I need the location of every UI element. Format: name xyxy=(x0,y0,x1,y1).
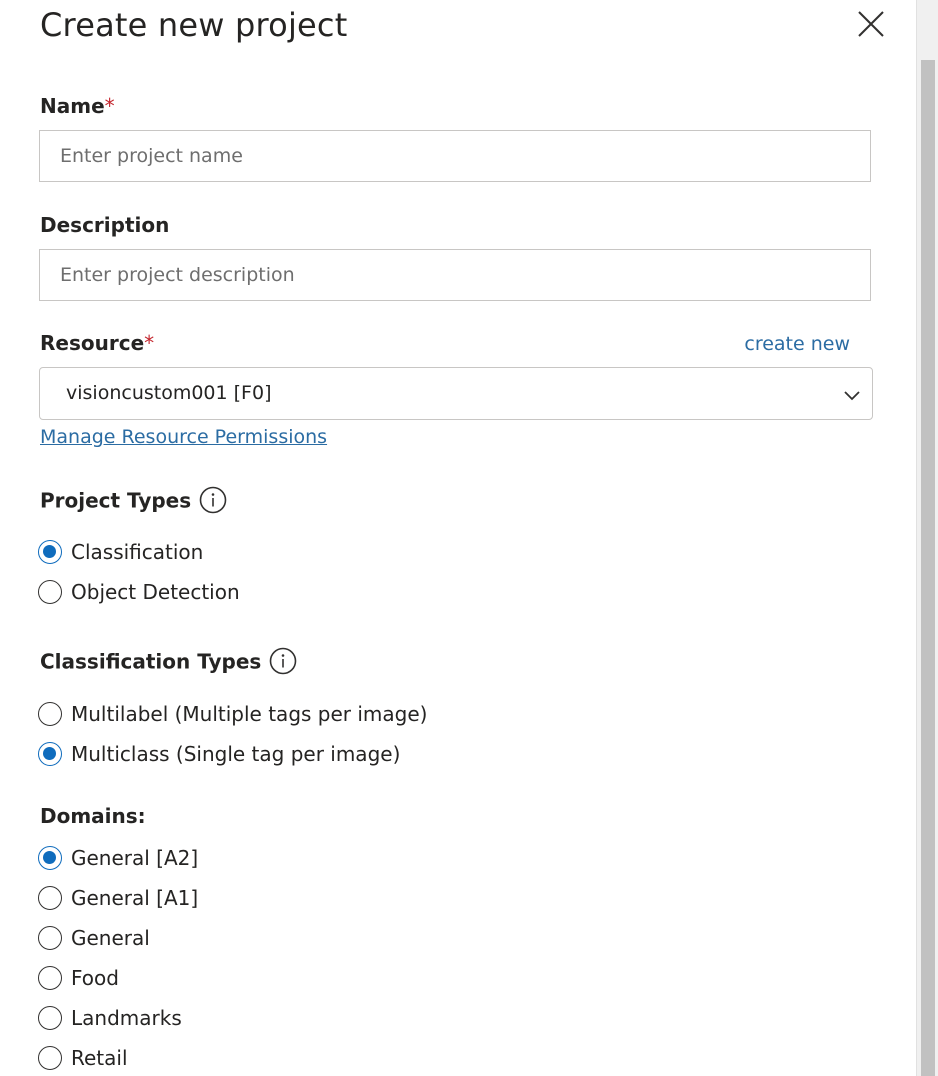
radio-button[interactable] xyxy=(38,966,62,990)
resource-label-text: Resource xyxy=(40,331,145,355)
name-label-text: Name xyxy=(40,94,105,118)
resource-selected-value: visioncustom001 [F0] xyxy=(66,382,272,404)
radio-label: General [A2] xyxy=(71,846,199,870)
vertical-scrollbar[interactable] xyxy=(916,0,938,1076)
classification-types-label: Classification Types xyxy=(40,649,262,674)
domains-label: Domains: xyxy=(40,804,146,828)
project-type-option-classification[interactable]: Classification xyxy=(38,537,203,567)
radio-label: Object Detection xyxy=(71,580,240,604)
info-icon[interactable] xyxy=(199,486,227,514)
resource-label: Resource* xyxy=(40,331,154,355)
radio-button[interactable] xyxy=(38,702,62,726)
domain-option-general[interactable]: General xyxy=(38,923,150,953)
resource-dropdown[interactable]: visioncustom001 [F0] xyxy=(39,367,873,420)
required-mark: * xyxy=(104,94,115,118)
radio-button[interactable] xyxy=(38,886,62,910)
radio-button[interactable] xyxy=(38,926,62,950)
radio-label: Classification xyxy=(71,540,204,564)
panel-title: Create new project xyxy=(40,6,348,44)
domain-option-general-a1[interactable]: General [A1] xyxy=(38,883,198,913)
required-mark: * xyxy=(144,331,155,355)
radio-label: General [A1] xyxy=(71,886,199,910)
project-type-option-object-detection[interactable]: Object Detection xyxy=(38,577,240,607)
project-types-label: Project Types xyxy=(40,488,192,513)
manage-resource-permissions-link[interactable]: Manage Resource Permissions xyxy=(40,426,327,448)
description-label: Description xyxy=(40,213,170,237)
domain-option-landmarks[interactable]: Landmarks xyxy=(38,1003,182,1033)
classification-type-option-multilabel[interactable]: Multilabel (Multiple tags per image) xyxy=(38,699,427,729)
domain-option-general-a2[interactable]: General [A2] xyxy=(38,843,198,873)
info-icon[interactable] xyxy=(269,647,297,675)
radio-button-checked[interactable] xyxy=(38,742,62,766)
radio-button-checked[interactable] xyxy=(38,540,62,564)
radio-label: Retail xyxy=(71,1046,128,1070)
create-project-panel: Create new project Name* Description Res… xyxy=(0,0,916,1076)
domain-option-retail[interactable]: Retail xyxy=(38,1043,128,1073)
radio-label: General xyxy=(71,926,150,950)
radio-button[interactable] xyxy=(38,580,62,604)
project-description-input[interactable] xyxy=(39,249,871,301)
radio-button-checked[interactable] xyxy=(38,846,62,870)
classification-types-heading: Classification Types xyxy=(40,647,297,677)
scrollbar-thumb[interactable] xyxy=(921,60,935,1076)
radio-label: Food xyxy=(71,966,119,990)
classification-type-option-multiclass[interactable]: Multiclass (Single tag per image) xyxy=(38,739,400,769)
close-icon[interactable] xyxy=(855,8,887,40)
chevron-down-icon xyxy=(844,391,860,401)
create-new-resource-link[interactable]: create new xyxy=(744,333,850,355)
project-types-heading: Project Types xyxy=(40,486,227,516)
radio-label: Landmarks xyxy=(71,1006,182,1030)
radio-button[interactable] xyxy=(38,1046,62,1070)
name-label: Name* xyxy=(40,94,115,118)
domain-option-food[interactable]: Food xyxy=(38,963,119,993)
radio-label: Multilabel (Multiple tags per image) xyxy=(71,702,428,726)
radio-button[interactable] xyxy=(38,1006,62,1030)
project-name-input[interactable] xyxy=(39,130,871,182)
radio-label: Multiclass (Single tag per image) xyxy=(71,742,401,766)
